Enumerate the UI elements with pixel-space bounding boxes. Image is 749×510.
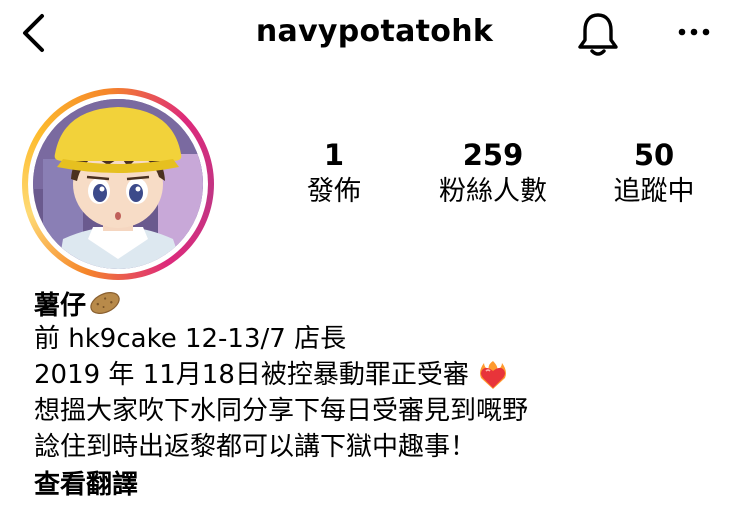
more-horizontal-icon — [678, 28, 710, 36]
display-name: 薯仔 — [34, 290, 87, 321]
avatar-ring-gap — [28, 94, 208, 274]
avatar — [33, 99, 203, 269]
bio-line-2: 2019 年 11月18日被控暴動罪正受審 — [34, 357, 724, 393]
following-stat[interactable]: 50 追蹤中 — [569, 138, 739, 210]
profile-username: navypotatohk — [255, 14, 494, 49]
posts-stat[interactable]: 1 發佈 — [249, 138, 419, 210]
bio-line-1: 前 hk9cake 12-13/7 店長 — [34, 324, 347, 354]
bio-line-2-text: 2019 年 11月18日被控暴動罪正受審 — [34, 360, 469, 390]
more-options-button[interactable] — [672, 12, 716, 52]
bio-line-4: 諗住到時出返黎都可以講下獄中趣事！ — [34, 432, 477, 462]
profile-bio: 薯仔 前 hk9cake 12-13/7 店長 2019 年 11月18日被控暴… — [34, 285, 724, 505]
followers-label: 粉絲人數 — [439, 176, 547, 207]
following-label: 追蹤中 — [613, 176, 695, 207]
bell-icon — [578, 13, 618, 56]
heart-on-fire-icon — [479, 361, 506, 389]
potato-icon — [90, 292, 120, 314]
posts-label: 發佈 — [307, 176, 361, 207]
bio-line-3: 想搵大家吹下水同分享下每日受審見到嘅野 — [34, 396, 529, 426]
top-bar: navypotatohk — [0, 0, 749, 66]
followers-stat[interactable]: 259 粉絲人數 — [408, 138, 578, 210]
display-name-row: 薯仔 — [34, 285, 724, 321]
posts-count: 1 — [323, 138, 345, 172]
see-translation-link[interactable]: 查看翻譯 — [34, 465, 724, 505]
followers-count: 259 — [462, 138, 524, 172]
profile-avatar-story-ring[interactable] — [22, 88, 214, 280]
notifications-button[interactable] — [574, 10, 622, 58]
avatar-illustration — [33, 99, 203, 269]
following-count: 50 — [633, 138, 675, 172]
